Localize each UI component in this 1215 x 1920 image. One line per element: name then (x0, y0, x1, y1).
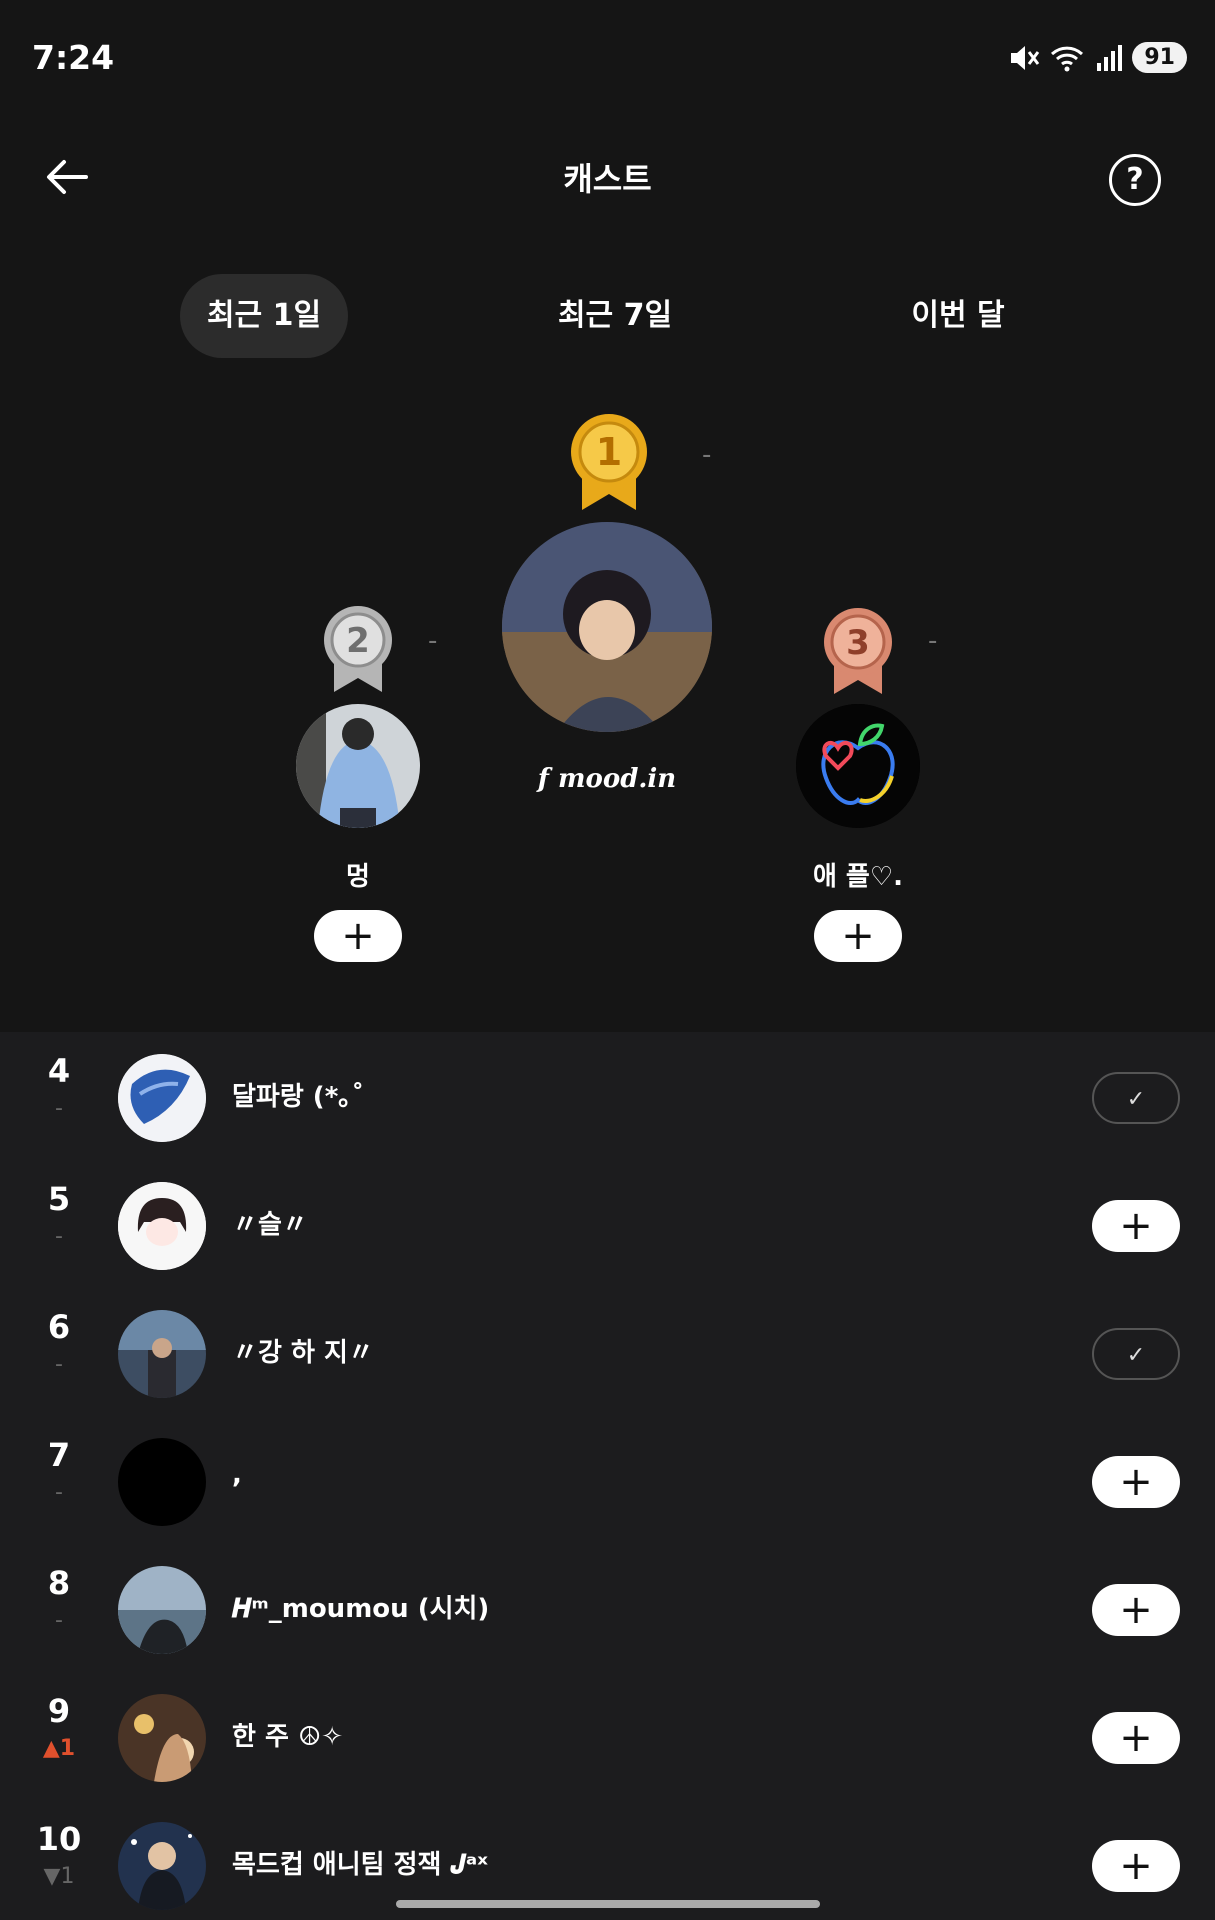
podium-name-2: 멍 (346, 862, 370, 892)
list-item[interactable]: 7 - , + (0, 1416, 1215, 1544)
user-name: 목드컵 애니팀 정잭 𝑱ᵃˣ (232, 1850, 489, 1880)
status-bar: 7:24 91 (0, 0, 1215, 110)
follow-button[interactable]: + (1092, 1456, 1180, 1508)
follow-button[interactable]: + (1092, 1840, 1180, 1892)
top-section: 7:24 91 캐스트 ? 최근 1일 최근 7일 이번 달 1 - f moo… (0, 0, 1215, 1032)
rank-change: - (55, 1608, 63, 1633)
podium-avatar-2[interactable] (296, 704, 420, 828)
rank-change: - (55, 1352, 63, 1377)
podium-name-3: 애 플♡. (812, 862, 904, 892)
bronze-medal-icon: 3 (824, 608, 892, 694)
list-item[interactable]: 6 - 〃강 하 지〃 ✓ (0, 1288, 1215, 1416)
user-name: 달파랑 (*｡˚ (232, 1082, 365, 1112)
avatar-illustration (118, 1822, 206, 1910)
podium-change-1: - (702, 440, 712, 470)
battery-indicator: 91 (1132, 42, 1187, 73)
avatar-illustration (118, 1566, 206, 1654)
avatar-illustration (118, 1694, 206, 1782)
signal-icon (1097, 44, 1123, 71)
status-icons: 91 (1008, 42, 1187, 73)
rank-number: 5 (47, 1180, 71, 1218)
following-button[interactable]: ✓ (1092, 1072, 1180, 1124)
podium-avatar-1[interactable] (502, 522, 712, 732)
podium-avatar-caption: f mood.in (537, 764, 677, 794)
podium-rank-3: 3 (846, 623, 870, 663)
rank-change: - (55, 1224, 63, 1249)
user-name: 〃강 하 지〃 (232, 1338, 374, 1368)
follow-button-3[interactable]: + (814, 910, 902, 962)
gold-medal-icon: 1 (571, 414, 647, 510)
ranking-list: 4 - 달파랑 (*｡˚ ✓ 5 - 〃슬〃 + 6 - 〃강 하 지〃 ✓ 7… (0, 1032, 1215, 1920)
help-button[interactable]: ? (1109, 154, 1161, 206)
avatar[interactable] (118, 1310, 206, 1398)
mute-icon (1011, 45, 1040, 70)
avatar[interactable] (118, 1694, 206, 1782)
rank-number: 10 (36, 1820, 82, 1858)
list-item[interactable]: 5 - 〃슬〃 + (0, 1160, 1215, 1288)
tab-this-month[interactable]: 이번 달 (878, 274, 1038, 358)
rank-number: 9 (47, 1692, 71, 1730)
podium-avatar-3[interactable] (796, 704, 920, 828)
user-name: 한 주 ☮✧ (232, 1722, 344, 1752)
avatar-illustration (502, 522, 712, 732)
avatar[interactable] (118, 1566, 206, 1654)
podium: 1 - f mood.in 2 - 멍 + 3 - 애 플♡. + (0, 400, 1215, 980)
header: 캐스트 ? (0, 130, 1215, 220)
user-name: 𝑯ᵐ_moumou (시치) (232, 1594, 490, 1624)
rank-number: 4 (47, 1052, 71, 1090)
avatar-illustration (296, 704, 420, 828)
follow-button[interactable]: + (1092, 1200, 1180, 1252)
rank-change: ▲1 (42, 1736, 76, 1761)
following-button[interactable]: ✓ (1092, 1328, 1180, 1380)
podium-change-3: - (928, 626, 938, 656)
avatar-illustration (118, 1310, 206, 1398)
silver-medal-icon: 2 (324, 606, 392, 692)
podium-rank-2: 2 (346, 621, 370, 661)
rank-number: 6 (47, 1308, 71, 1346)
tab-recent-7-days[interactable]: 최근 7일 (529, 274, 701, 358)
follow-button[interactable]: + (1092, 1584, 1180, 1636)
avatar-illustration (118, 1182, 206, 1270)
tab-recent-1-day[interactable]: 최근 1일 (180, 274, 348, 358)
follow-button-2[interactable]: + (314, 910, 402, 962)
user-name: , (232, 1460, 242, 1490)
podium-change-2: - (428, 626, 438, 656)
wifi-icon (1051, 46, 1084, 71)
user-name: 〃슬〃 (232, 1210, 308, 1240)
rank-number: 7 (47, 1436, 71, 1474)
status-time: 7:24 (32, 38, 115, 77)
avatar[interactable] (118, 1822, 206, 1910)
rank-change: - (55, 1480, 63, 1505)
avatar[interactable] (118, 1182, 206, 1270)
avatar[interactable] (118, 1438, 206, 1526)
list-item[interactable]: 4 - 달파랑 (*｡˚ ✓ (0, 1032, 1215, 1160)
avatar[interactable] (118, 1054, 206, 1142)
list-item[interactable]: 9 ▲1 한 주 ☮✧ + (0, 1672, 1215, 1800)
podium-rank-1: 1 (596, 430, 622, 474)
rank-change: ▼1 (43, 1864, 75, 1889)
list-item[interactable]: 8 - 𝑯ᵐ_moumou (시치) + (0, 1544, 1215, 1672)
rank-change: - (55, 1096, 63, 1121)
avatar-illustration (118, 1054, 206, 1142)
follow-button[interactable]: + (1092, 1712, 1180, 1764)
page-title: 캐스트 (563, 160, 652, 198)
period-tabs: 최근 1일 최근 7일 이번 달 (0, 274, 1215, 358)
neon-apple-icon (796, 704, 920, 828)
rank-number: 8 (47, 1564, 71, 1602)
home-indicator (396, 1900, 820, 1908)
